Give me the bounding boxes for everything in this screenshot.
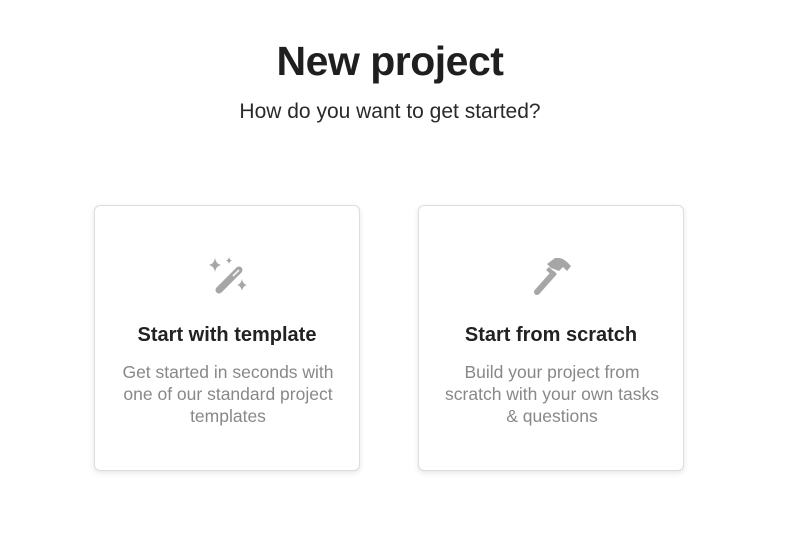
page-subtitle: How do you want to get started? — [239, 100, 541, 123]
magic-wand-icon — [95, 254, 359, 298]
card-description: Build your project from scratch with you… — [445, 362, 659, 426]
start-with-template-card[interactable]: Start with template Get started in secon… — [94, 205, 360, 471]
new-project-page: New project How do you want to get start… — [0, 0, 800, 536]
start-from-scratch-card[interactable]: Start from scratch Build your project fr… — [418, 205, 684, 471]
card-title: Start with template — [137, 324, 317, 346]
page-title: New project — [276, 38, 504, 84]
card-description: Get started in seconds with one of our s… — [122, 362, 334, 426]
hammer-icon — [419, 254, 683, 298]
card-title: Start from scratch — [464, 324, 638, 346]
